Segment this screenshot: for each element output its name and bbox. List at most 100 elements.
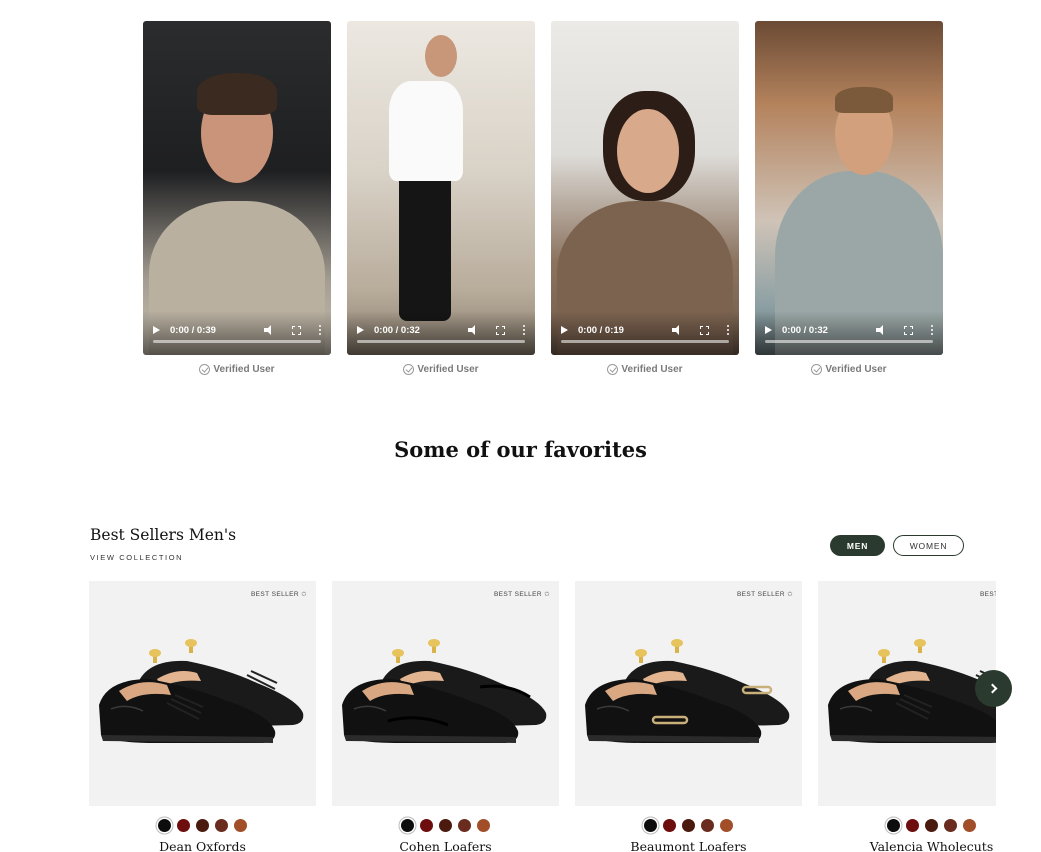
color-swatch[interactable] — [177, 819, 190, 832]
color-swatches — [575, 819, 802, 832]
volume-icon[interactable] — [264, 325, 276, 335]
video-controls: 0:00 / 0:32 — [755, 311, 943, 355]
color-swatch[interactable] — [644, 819, 657, 832]
color-swatches — [89, 819, 316, 832]
color-swatch[interactable] — [887, 819, 900, 832]
fullscreen-icon[interactable] — [904, 325, 913, 335]
product-image[interactable]: BEST SELLER ✩ — [89, 581, 316, 806]
chevron-right-icon — [987, 683, 997, 694]
verified-badge: Verified User — [755, 364, 943, 375]
carousel-next-button[interactable] — [975, 670, 1012, 707]
volume-icon[interactable] — [672, 325, 684, 335]
fullscreen-icon[interactable] — [496, 325, 505, 335]
best-seller-badge: BEST SELLER ✩ — [979, 591, 996, 598]
color-swatch[interactable] — [234, 819, 247, 832]
product-name[interactable]: Dean Oxfords — [89, 839, 316, 852]
fullscreen-icon[interactable] — [700, 325, 709, 335]
person-hair — [197, 73, 277, 115]
video-progress-bar[interactable] — [153, 340, 321, 343]
color-swatch[interactable] — [458, 819, 471, 832]
video-controls: 0:00 / 0:39 — [143, 311, 331, 355]
product-card[interactable]: BEST SELLER ✩ Cohen Loafers — [332, 581, 559, 852]
product-image[interactable]: BEST SELLER ✩ — [818, 581, 996, 806]
person-legs — [399, 171, 451, 321]
volume-icon[interactable] — [876, 325, 888, 335]
play-icon[interactable] — [153, 326, 160, 334]
video-time: 0:00 / 0:19 — [578, 324, 624, 336]
more-options-icon[interactable] — [931, 325, 933, 335]
best-seller-badge: BEST SELLER ✩ — [736, 591, 793, 598]
collection-title: Best Sellers Men's — [90, 526, 237, 544]
best-seller-badge: BEST SELLER ✩ — [250, 591, 307, 598]
gender-toggle: MEN WOMEN — [830, 535, 964, 556]
video-progress-bar[interactable] — [561, 340, 729, 343]
verified-check-icon — [199, 364, 211, 375]
play-icon[interactable] — [561, 326, 568, 334]
color-swatch[interactable] — [925, 819, 938, 832]
video-player[interactable]: 0:00 / 0:19 — [551, 21, 739, 355]
product-name[interactable]: Valencia Wholecuts — [818, 839, 996, 852]
video-controls: 0:00 / 0:19 — [551, 311, 739, 355]
color-swatch[interactable] — [215, 819, 228, 832]
volume-icon[interactable] — [468, 325, 480, 335]
color-swatch[interactable] — [420, 819, 433, 832]
more-options-icon[interactable] — [727, 325, 729, 335]
men-toggle-button[interactable]: MEN — [830, 535, 885, 556]
color-swatch[interactable] — [663, 819, 676, 832]
color-swatch[interactable] — [196, 819, 209, 832]
verified-label: Verified User — [417, 364, 479, 375]
more-options-icon[interactable] — [523, 325, 525, 335]
video-player[interactable]: 0:00 / 0:32 — [755, 21, 943, 355]
color-swatch[interactable] — [401, 819, 414, 832]
color-swatch[interactable] — [158, 819, 171, 832]
verified-check-icon — [811, 364, 823, 375]
color-swatch[interactable] — [682, 819, 695, 832]
play-icon[interactable] — [765, 326, 772, 334]
product-name[interactable]: Beaumont Loafers — [575, 839, 802, 852]
video-card: 0:00 / 0:19 Verified User — [551, 21, 739, 375]
verified-check-icon — [403, 364, 415, 375]
color-swatch[interactable] — [944, 819, 957, 832]
video-time: 0:00 / 0:39 — [170, 324, 216, 336]
verified-label: Verified User — [621, 364, 683, 375]
shoe-illustration — [828, 639, 996, 743]
color-swatch[interactable] — [439, 819, 452, 832]
product-image[interactable]: BEST SELLER ✩ — [332, 581, 559, 806]
product-card[interactable]: BEST SELLER ✩ Beaumont Loafers — [575, 581, 802, 852]
verified-label: Verified User — [213, 364, 275, 375]
video-player[interactable]: 0:00 / 0:32 — [347, 21, 535, 355]
more-options-icon[interactable] — [319, 325, 321, 335]
video-time: 0:00 / 0:32 — [374, 324, 420, 336]
product-card[interactable]: BEST SELLER ✩ Valencia Wholecuts — [818, 581, 996, 852]
video-progress-bar[interactable] — [357, 340, 525, 343]
color-swatch[interactable] — [477, 819, 490, 832]
best-seller-badge: BEST SELLER ✩ — [493, 591, 550, 598]
shoe-illustration — [342, 639, 547, 743]
video-card: 0:00 / 0:32 Verified User — [755, 21, 943, 375]
verified-label: Verified User — [825, 364, 887, 375]
product-image[interactable]: BEST SELLER ✩ — [575, 581, 802, 806]
color-swatch[interactable] — [720, 819, 733, 832]
fullscreen-icon[interactable] — [292, 325, 301, 335]
color-swatch[interactable] — [963, 819, 976, 832]
product-name[interactable]: Cohen Loafers — [332, 839, 559, 852]
video-card: 0:00 / 0:32 Verified User — [347, 21, 535, 375]
verified-check-icon — [607, 364, 619, 375]
women-toggle-button[interactable]: WOMEN — [893, 535, 964, 556]
favorites-heading: Some of our favorites — [394, 437, 647, 462]
verified-badge: Verified User — [347, 364, 535, 375]
verified-badge: Verified User — [143, 364, 331, 375]
color-swatches — [332, 819, 559, 832]
person-head — [425, 35, 457, 77]
video-time: 0:00 / 0:32 — [782, 324, 828, 336]
verified-badge: Verified User — [551, 364, 739, 375]
play-icon[interactable] — [357, 326, 364, 334]
video-controls: 0:00 / 0:32 — [347, 311, 535, 355]
view-collection-link[interactable]: VIEW COLLECTION — [90, 553, 183, 562]
color-swatch[interactable] — [701, 819, 714, 832]
color-swatch[interactable] — [906, 819, 919, 832]
video-player[interactable]: 0:00 / 0:39 — [143, 21, 331, 355]
video-progress-bar[interactable] — [765, 340, 933, 343]
shoe-illustration — [585, 639, 790, 743]
product-card[interactable]: BEST SELLER ✩ Dean Oxfords — [89, 581, 316, 852]
